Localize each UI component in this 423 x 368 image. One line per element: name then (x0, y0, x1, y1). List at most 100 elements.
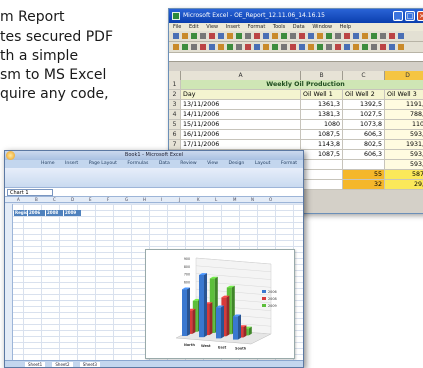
row-number[interactable]: 1 (169, 80, 181, 90)
tab-design[interactable]: Design (228, 161, 244, 166)
tab-page-layout[interactable]: Page Layout (89, 161, 117, 166)
toolbar-icon[interactable] (200, 33, 206, 39)
menu-data[interactable]: Data (293, 24, 305, 30)
toolbar-icon[interactable] (335, 44, 341, 50)
table-cell[interactable]: 1108 (385, 120, 423, 130)
toolbar-icon[interactable] (353, 44, 359, 50)
toolbar-icon[interactable] (263, 33, 269, 39)
table-cell[interactable]: 1931,3 (385, 140, 423, 150)
toolbar-icon[interactable] (227, 44, 233, 50)
table-cell[interactable]: 15/11/2006 (181, 120, 301, 130)
column-header[interactable]: N (251, 197, 254, 203)
toolbar-icon[interactable] (245, 44, 251, 50)
table-cell[interactable] (301, 180, 343, 190)
select-all-corner[interactable] (169, 71, 181, 80)
toolbar-icon[interactable] (380, 33, 386, 39)
table-cell[interactable]: 1361,3 (301, 100, 343, 110)
toolbar-icon[interactable] (218, 44, 224, 50)
toolbar-icon[interactable] (362, 44, 368, 50)
toolbar-icon[interactable] (317, 33, 323, 39)
header-cell-well3[interactable]: Oil Well 3 (385, 90, 423, 100)
table-cell[interactable]: 1392,5 (343, 100, 385, 110)
menu-tools[interactable]: Tools (273, 24, 285, 30)
row-number[interactable]: 2 (169, 90, 181, 100)
row-number[interactable]: 3 (169, 100, 181, 110)
table-cell[interactable] (301, 160, 343, 170)
table-cell[interactable]: 13/11/2006 (181, 100, 301, 110)
column-header[interactable]: H (143, 197, 146, 203)
table-header-cell[interactable]: Region (14, 210, 27, 216)
toolbar-icon[interactable] (281, 33, 287, 39)
toolbar-icon[interactable] (218, 33, 224, 39)
column-header[interactable]: B (35, 197, 38, 203)
name-box[interactable]: Chart 1 (7, 189, 53, 196)
table-cell[interactable] (343, 160, 385, 170)
toolbar-icon[interactable] (353, 33, 359, 39)
table-cell[interactable] (301, 170, 343, 180)
toolbar-icon[interactable] (308, 44, 314, 50)
tab-data[interactable]: Data (159, 161, 170, 166)
toolbar-icon[interactable] (254, 44, 260, 50)
toolbar-icon[interactable] (299, 44, 305, 50)
office-button-icon[interactable] (6, 151, 15, 160)
table-cell[interactable]: 802,5 (343, 140, 385, 150)
table-header-cell[interactable]: 2008 (46, 210, 63, 216)
tab-layout[interactable]: Layout (255, 161, 271, 166)
toolbar-icon[interactable] (389, 44, 395, 50)
table-cell[interactable]: 606,3 (343, 130, 385, 140)
toolbar-icon[interactable] (290, 33, 296, 39)
row-number[interactable]: 7 (169, 140, 181, 150)
column-header[interactable]: C (53, 197, 56, 203)
table-cell[interactable]: 1381,3 (301, 110, 343, 120)
column-header-c[interactable]: C (343, 71, 385, 80)
toolbar-icon[interactable] (209, 33, 215, 39)
menu-view[interactable]: View (206, 24, 218, 30)
column-header[interactable]: E (89, 197, 92, 203)
toolbar-icon[interactable] (191, 44, 197, 50)
table-cell[interactable]: 1191,3 (385, 100, 423, 110)
column-header[interactable]: O (269, 197, 272, 203)
table-cell[interactable]: 55 (343, 170, 385, 180)
minimize-button[interactable]: _ (393, 11, 403, 21)
table-cell[interactable]: 593,8 (385, 130, 423, 140)
table-cell[interactable]: 14/11/2006 (181, 110, 301, 120)
tab-format[interactable]: Format (281, 161, 297, 166)
toolbar-icon[interactable] (236, 44, 242, 50)
toolbar-icon[interactable] (173, 33, 179, 39)
column-header[interactable]: K (197, 197, 200, 203)
close-button[interactable]: × (417, 11, 423, 21)
tab-view[interactable]: View (207, 161, 218, 166)
column-header-d[interactable]: D (385, 71, 423, 80)
sheet-tab[interactable]: Sheet1 (25, 362, 46, 367)
toolbar-icon[interactable] (254, 33, 260, 39)
tab-insert[interactable]: Insert (65, 161, 78, 166)
table-header-cell[interactable]: 2006 (28, 210, 45, 216)
header-cell-well1[interactable]: Oil Well 1 (301, 90, 343, 100)
toolbar-icon[interactable] (389, 33, 395, 39)
toolbar-icon[interactable] (317, 44, 323, 50)
toolbar-icon[interactable] (191, 33, 197, 39)
toolbar-icon[interactable] (299, 33, 305, 39)
header-cell-well2[interactable]: Oil Well 2 (343, 90, 385, 100)
toolbar-icon[interactable] (227, 33, 233, 39)
maximize-button[interactable]: □ (405, 11, 415, 21)
toolbar-icon[interactable] (344, 44, 350, 50)
toolbar-icon[interactable] (371, 44, 377, 50)
toolbar-icon[interactable] (182, 33, 188, 39)
table-cell[interactable]: 5873 (385, 170, 423, 180)
table-cell[interactable]: 593,8 (385, 160, 423, 170)
toolbar-icon[interactable] (281, 44, 287, 50)
table-cell[interactable]: 1027,5 (343, 110, 385, 120)
table-cell[interactable]: 606,3 (343, 150, 385, 160)
column-header-a[interactable]: A (181, 71, 301, 80)
table-cell[interactable]: 1080 (301, 120, 343, 130)
toolbar-icon[interactable] (182, 44, 188, 50)
menu-window[interactable]: Window (312, 24, 332, 30)
table-cell[interactable]: 1143,8 (301, 140, 343, 150)
formula-bar[interactable] (169, 53, 423, 62)
column-header[interactable]: D (71, 197, 74, 203)
table-cell[interactable]: 17/11/2006 (181, 140, 301, 150)
toolbar-icon[interactable] (326, 44, 332, 50)
sheet-tab[interactable]: Sheet3 (79, 362, 100, 367)
toolbar-icon[interactable] (263, 44, 269, 50)
